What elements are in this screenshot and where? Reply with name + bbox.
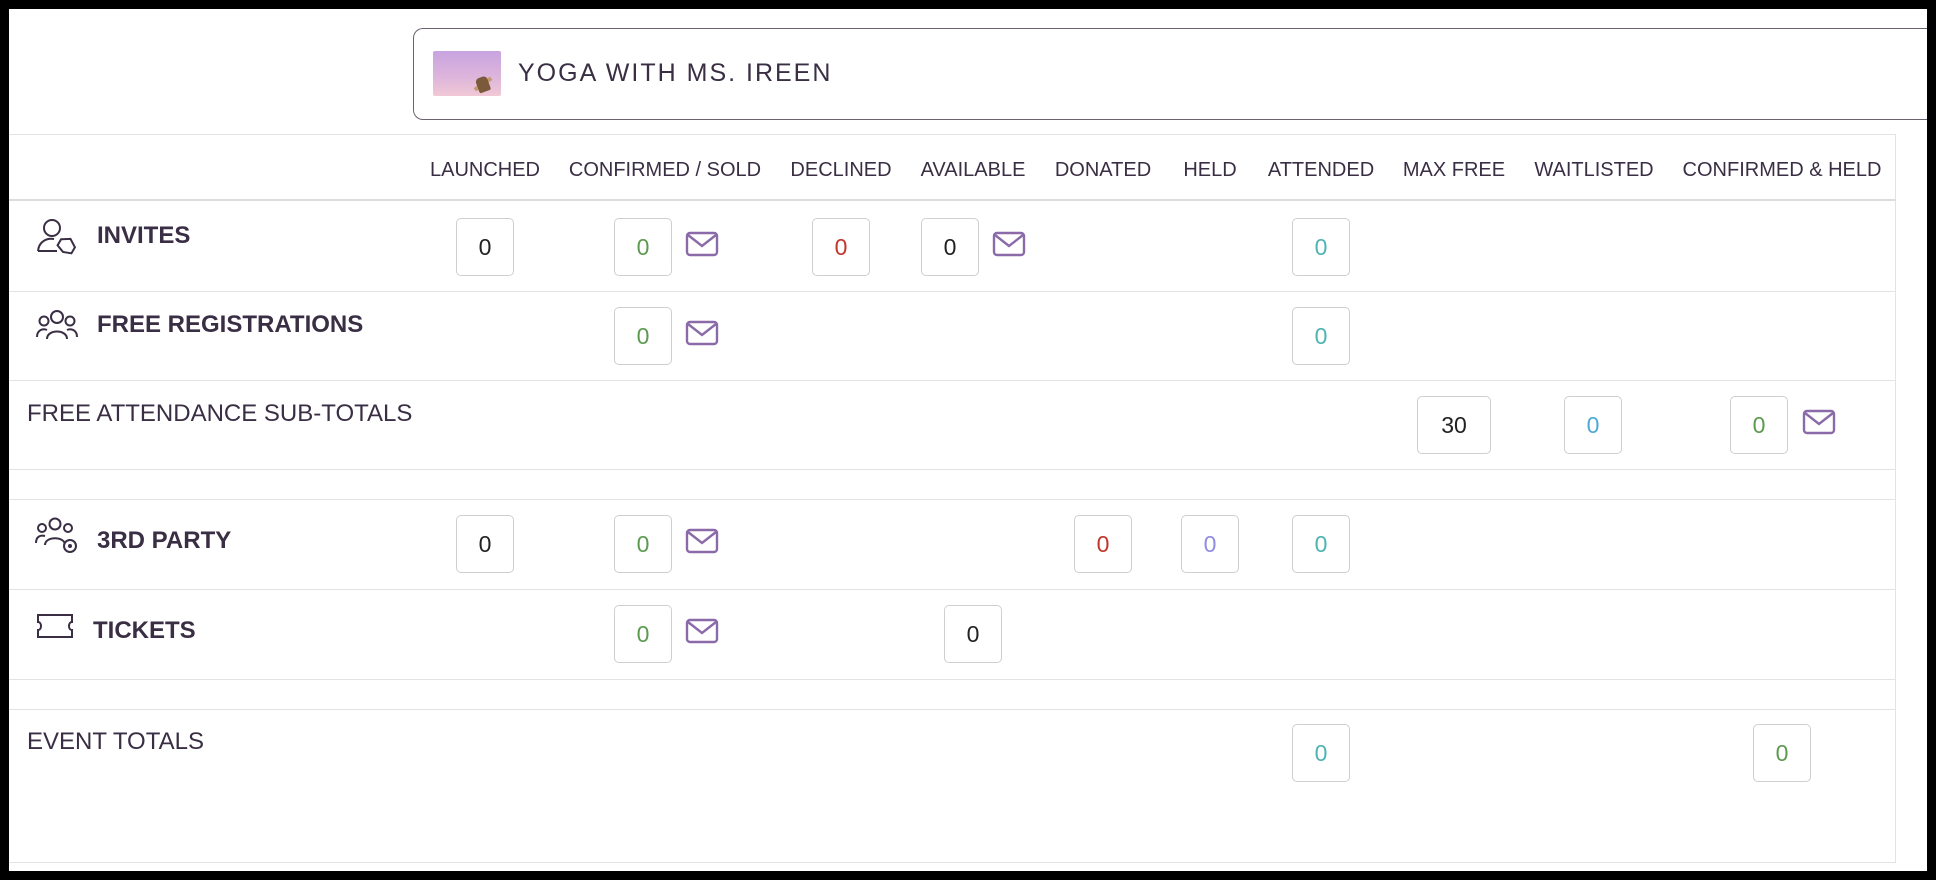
divider bbox=[9, 589, 1896, 590]
divider bbox=[9, 469, 1896, 470]
mail-icon[interactable] bbox=[1802, 409, 1836, 435]
ticket-icon bbox=[37, 614, 73, 638]
event-photo-thumbnail bbox=[433, 51, 501, 96]
invites-confirmed-cell[interactable]: 0 bbox=[614, 218, 672, 276]
col-head-available: AVAILABLE bbox=[920, 159, 1026, 181]
col-head-donated: DONATED bbox=[1054, 159, 1152, 181]
invites-declined-cell[interactable]: 0 bbox=[812, 218, 870, 276]
mail-icon[interactable] bbox=[685, 528, 719, 554]
free-reg-confirmed-cell[interactable]: 0 bbox=[614, 307, 672, 365]
group-settings-icon bbox=[35, 517, 77, 553]
free-reg-attended-cell[interactable]: 0 bbox=[1292, 307, 1350, 365]
row-label-third-party: 3RD PARTY bbox=[97, 527, 232, 554]
col-head-declined: DECLINED bbox=[790, 159, 892, 181]
row-label-free-subtotals: FREE ATTENDANCE SUB-TOTALS bbox=[27, 400, 413, 427]
invites-available-cell[interactable]: 0 bbox=[921, 218, 979, 276]
col-head-confirmed-sold: CONFIRMED / SOLD bbox=[568, 159, 762, 181]
third-party-held-cell[interactable]: 0 bbox=[1181, 515, 1239, 573]
invites-launched-cell[interactable]: 0 bbox=[456, 218, 514, 276]
divider bbox=[9, 291, 1896, 292]
tickets-confirmed-cell[interactable]: 0 bbox=[614, 605, 672, 663]
mail-icon[interactable] bbox=[685, 618, 719, 644]
col-head-confirmed-held: CONFIRMED & HELD bbox=[1682, 159, 1882, 181]
row-label-tickets: TICKETS bbox=[93, 617, 196, 644]
mail-icon[interactable] bbox=[685, 320, 719, 346]
event-totals-attended-cell[interactable]: 0 bbox=[1292, 724, 1350, 782]
waitlisted-cell[interactable]: 0 bbox=[1564, 396, 1622, 454]
row-label-invites: INVITES bbox=[97, 222, 191, 249]
col-head-launched: LAUNCHED bbox=[429, 159, 541, 181]
tickets-available-cell[interactable]: 0 bbox=[944, 605, 1002, 663]
row-label-free-registrations: FREE REGISTRATIONS bbox=[97, 311, 364, 338]
third-party-donated-cell[interactable]: 0 bbox=[1074, 515, 1132, 573]
divider bbox=[9, 380, 1896, 381]
col-head-held: HELD bbox=[1183, 159, 1237, 181]
divider bbox=[9, 679, 1896, 680]
invites-attended-cell[interactable]: 0 bbox=[1292, 218, 1350, 276]
col-head-waitlisted: WAITLISTED bbox=[1534, 159, 1654, 181]
event-title: YOGA WITH MS. IREEN bbox=[518, 59, 833, 87]
divider bbox=[9, 709, 1896, 710]
third-party-launched-cell[interactable]: 0 bbox=[456, 515, 514, 573]
max-free-cell[interactable]: 30 bbox=[1417, 396, 1491, 454]
divider bbox=[9, 499, 1896, 500]
mail-icon[interactable] bbox=[992, 231, 1026, 257]
free-confirmed-held-cell[interactable]: 0 bbox=[1730, 396, 1788, 454]
mail-icon[interactable] bbox=[685, 231, 719, 257]
event-header: YOGA WITH MS. IREEN bbox=[413, 28, 1927, 120]
third-party-confirmed-cell[interactable]: 0 bbox=[614, 515, 672, 573]
third-party-attended-cell[interactable]: 0 bbox=[1292, 515, 1350, 573]
col-head-attended: ATTENDED bbox=[1267, 159, 1375, 181]
col-head-max-free: MAX FREE bbox=[1402, 159, 1506, 181]
app-frame: YOGA WITH MS. IREEN LAUNCHED CONFIRMED /… bbox=[9, 9, 1927, 871]
group-icon bbox=[36, 310, 78, 340]
event-totals-confirmed-held-cell[interactable]: 0 bbox=[1753, 724, 1811, 782]
row-label-event-totals: EVENT TOTALS bbox=[27, 728, 204, 755]
divider bbox=[9, 199, 1896, 201]
user-tag-icon bbox=[37, 219, 77, 255]
